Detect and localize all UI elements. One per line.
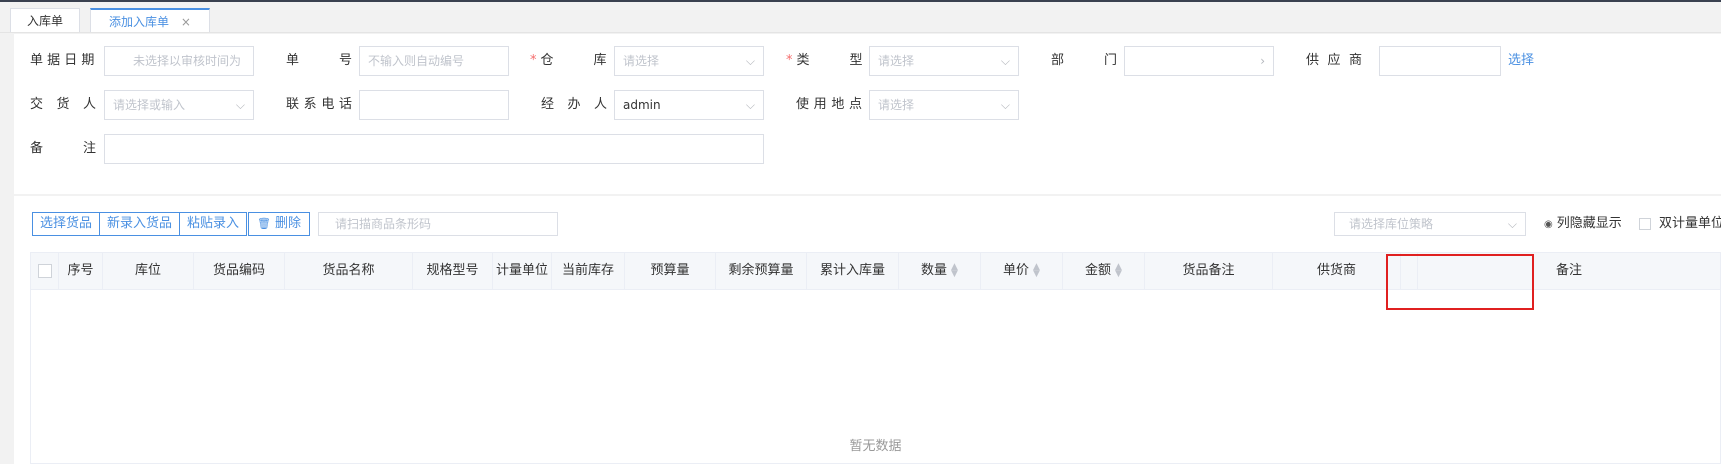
doc-date-label: 单 据 日 期 xyxy=(30,53,95,68)
col-header: 计量单位 xyxy=(493,253,552,289)
department-label: 部 门 xyxy=(1051,53,1117,68)
col-header: 预算量 xyxy=(625,253,716,289)
col-header-price[interactable]: 单价 ▲ ▼ xyxy=(981,253,1063,289)
remark-label: 备 注 xyxy=(30,141,96,156)
goods-button-group: 选择货品 新录入货品 粘贴录入 xyxy=(32,212,248,236)
chevron-down-icon: ⌵ xyxy=(1507,217,1517,231)
type-label: * 类 型 xyxy=(786,53,863,68)
sort-icon[interactable]: ▲ ▼ xyxy=(951,262,958,278)
column-toggle-button[interactable]: ◉ 列隐藏显示 xyxy=(1544,212,1622,236)
barcode-input[interactable]: 请扫描商品条形码 xyxy=(318,212,558,236)
tab-label: 添加入库单 xyxy=(109,15,170,29)
warehouse-label: * 仓 库 xyxy=(530,53,607,68)
empty-text: 暂无数据 xyxy=(849,439,902,454)
goods-section: 选择货品 新录入货品 粘贴录入 🗑 删除 请扫描商品条形码 请选择库位策略 ⌵ ◉… xyxy=(14,196,1721,464)
col-header: 剩余预算量 xyxy=(716,253,807,289)
col-header: 货品名称 xyxy=(285,253,413,289)
checkbox[interactable] xyxy=(37,263,52,278)
tab-bar: 入库单 添加入库单 × xyxy=(0,2,1721,33)
chevron-down-icon: ⌵ xyxy=(235,98,245,112)
handler-select[interactable]: admin ⌵ xyxy=(614,90,764,120)
col-header: 货品备注 xyxy=(1145,253,1273,289)
remark-input[interactable] xyxy=(104,134,764,164)
col-header-supplier: 供货商 xyxy=(1273,253,1401,289)
col-header: 货品编码 xyxy=(194,253,285,289)
deliverer-select[interactable]: 请选择或输入 ⌵ xyxy=(104,90,254,120)
eye-icon: ◉ xyxy=(1544,219,1553,230)
col-header: 累计入库量 xyxy=(807,253,899,289)
checkbox[interactable] xyxy=(1639,217,1651,230)
paste-entry-button[interactable]: 粘贴录入 xyxy=(180,213,247,235)
select-goods-button[interactable]: 选择货品 xyxy=(33,213,101,235)
warehouse-select[interactable]: 请选择 ⌵ xyxy=(614,46,764,76)
supplier-label: 供 应 商 xyxy=(1306,53,1362,68)
col-header: 序号 xyxy=(59,253,103,289)
supplier-input[interactable] xyxy=(1379,46,1501,76)
handler-label: 经 办 人 xyxy=(541,97,607,112)
location-strategy-select[interactable]: 请选择库位策略 ⌵ xyxy=(1334,212,1526,236)
supplier-column-highlight xyxy=(1386,254,1534,310)
chevron-down-icon: ⌵ xyxy=(1000,98,1010,112)
type-select[interactable]: 请选择 ⌵ xyxy=(869,46,1019,76)
col-header-amount[interactable]: 金额 ▲ ▼ xyxy=(1063,253,1145,289)
doc-no-input[interactable]: 不输入则自动编号 xyxy=(359,46,509,76)
deliverer-label: 交 货 人 xyxy=(30,97,96,112)
doc-date-input[interactable]: 未选择以审核时间为 xyxy=(104,46,254,76)
sort-icon[interactable]: ▲ ▼ xyxy=(1033,262,1040,278)
tab-label: 入库单 xyxy=(26,14,63,28)
inbound-form: 单 据 日 期 未选择以审核时间为 单 号 不输入则自动编号 * 仓 库 请选择 … xyxy=(14,34,1721,194)
col-header-quantity[interactable]: 数量 ▲ ▼ xyxy=(899,253,981,289)
phone-label: 联 系 电 话 xyxy=(286,97,352,112)
dual-unit-checkbox[interactable]: 双计量单位 xyxy=(1639,212,1721,236)
supplier-select-link[interactable]: 选择 xyxy=(1508,46,1534,76)
select-all-checkbox-cell[interactable] xyxy=(31,253,59,289)
trash-icon: 🗑 xyxy=(257,217,271,230)
location-label: 使 用 地 点 xyxy=(796,97,862,112)
chevron-down-icon: ⌵ xyxy=(745,98,755,112)
col-header: 库位 xyxy=(103,253,194,289)
delete-label: 删除 xyxy=(274,216,301,231)
chevron-down-icon: ⌵ xyxy=(1000,54,1010,68)
new-goods-button[interactable]: 新录入货品 xyxy=(100,213,181,235)
tab-add-inbound[interactable]: 添加入库单 × xyxy=(90,8,210,32)
doc-no-label: 单 号 xyxy=(286,53,352,68)
tab-inbound-list[interactable]: 入库单 xyxy=(10,8,80,32)
department-cascader[interactable]: › xyxy=(1124,46,1274,76)
col-header: 规格型号 xyxy=(413,253,493,289)
location-select[interactable]: 请选择 ⌵ xyxy=(869,90,1019,120)
delete-button[interactable]: 🗑 删除 xyxy=(248,212,310,236)
chevron-right-icon: › xyxy=(1260,54,1265,68)
close-icon[interactable]: × xyxy=(181,15,191,29)
col-header: 当前库存 xyxy=(552,253,625,289)
sort-icon[interactable]: ▲ ▼ xyxy=(1115,262,1122,278)
chevron-down-icon: ⌵ xyxy=(745,54,755,68)
phone-input[interactable] xyxy=(359,90,509,120)
